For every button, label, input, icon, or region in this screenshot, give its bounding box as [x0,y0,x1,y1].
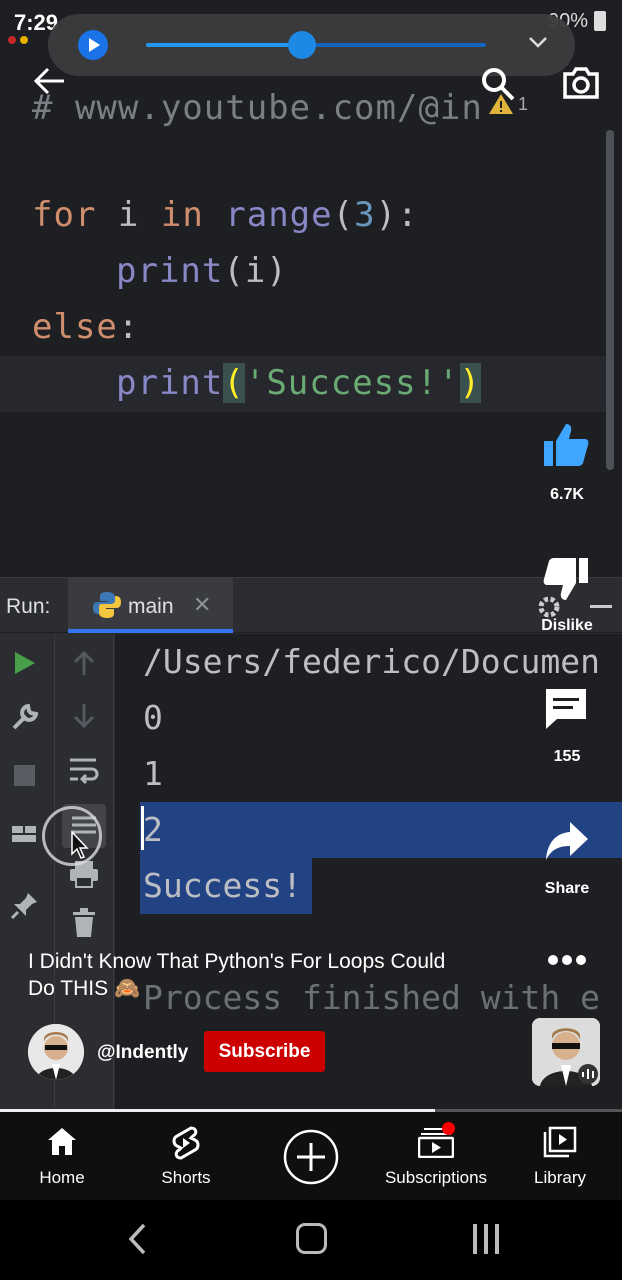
recent-apps-icon[interactable] [471,1224,501,1254]
search-icon[interactable] [480,66,516,102]
create-button[interactable] [283,1129,339,1185]
nav-library-label: Library [534,1168,586,1187]
notification-dot [442,1122,455,1135]
notification-dots [8,36,38,44]
sound-thumbnail[interactable] [532,1018,600,1086]
nav-library[interactable]: Library [515,1112,605,1200]
subscribe-button[interactable]: Subscribe [204,1031,325,1072]
minimize-icon[interactable] [590,605,612,608]
comment-icon[interactable] [543,686,589,732]
channel-name[interactable]: @Indently [97,1042,188,1064]
nav-shorts[interactable]: Shorts [141,1112,231,1200]
camera-icon[interactable] [561,66,601,100]
console-line: /Users/federico/Documen [143,642,600,681]
python-icon [93,592,121,618]
plus-icon [283,1129,339,1185]
chevron-down-icon[interactable] [528,32,548,52]
dislike-icon[interactable] [542,556,590,602]
like-icon[interactable] [542,422,590,468]
seek-bar-fill [146,43,303,47]
nav-subscriptions-label: Subscriptions [384,1168,488,1187]
soft-wrap-icon[interactable] [68,755,100,785]
run-tab[interactable]: main ✕ [68,578,233,633]
sound-wave-icon [578,1064,598,1084]
avatar[interactable] [28,1024,84,1080]
nav-subscriptions[interactable]: Subscriptions [376,1112,496,1200]
pin-icon[interactable] [10,890,40,920]
more-options-icon[interactable] [546,954,588,966]
code-line-print-success: print('Success!') [116,363,482,403]
nav-shorts-label: Shorts [161,1168,211,1187]
console-line: 0 [143,698,163,737]
seek-bar[interactable] [146,31,486,59]
arrow-down-icon[interactable] [72,702,96,728]
arrow-up-icon[interactable] [72,651,96,677]
nav-home[interactable]: Home [17,1112,107,1200]
nav-home-label: Home [39,1168,85,1187]
scrollbar[interactable] [606,130,614,470]
back-arrow-icon[interactable] [32,66,66,96]
shorts-icon [172,1126,200,1160]
run-label: Run: [6,595,51,618]
system-nav [0,1200,622,1280]
mouse-pointer-icon [71,830,89,859]
console-line: Success! [143,866,302,905]
console-line: 2 [143,810,163,849]
wrench-icon[interactable] [10,702,40,732]
code-line-print-i: print(i) [116,251,288,291]
trash-icon[interactable] [72,908,96,938]
dislike-label: Dislike [541,617,593,634]
close-icon[interactable]: ✕ [193,592,211,618]
video-title[interactable]: I Didn't Know That Python's For Loops Co… [28,948,448,1002]
run-icon[interactable] [13,650,37,676]
library-icon [543,1126,577,1158]
layout-icon[interactable] [11,823,37,845]
share-label: Share [544,880,590,897]
code-comment: # www.youtube.com/@in [32,88,483,128]
bottom-nav: Home Shorts Subscriptions Library [0,1112,622,1200]
like-count: 6.7K [550,486,584,503]
seek-knob[interactable] [288,31,317,59]
comment-count: 155 [553,748,581,765]
code-line-else: else: [32,307,140,347]
back-icon[interactable] [126,1222,148,1256]
battery-icon [594,11,606,31]
code-line-for: for i in range(3): [32,195,419,235]
text-cursor [141,806,144,850]
run-tab-label: main [128,595,174,618]
share-icon[interactable] [544,820,590,862]
home-button-icon[interactable] [296,1223,327,1254]
console-line: 1 [143,754,163,793]
stop-icon[interactable] [14,765,35,786]
warning-count: 1 [518,94,529,114]
video-frame[interactable]: # www.youtube.com/@in 1 for i in range(3… [0,0,622,1112]
home-icon [48,1128,76,1155]
play-button[interactable] [78,30,108,60]
